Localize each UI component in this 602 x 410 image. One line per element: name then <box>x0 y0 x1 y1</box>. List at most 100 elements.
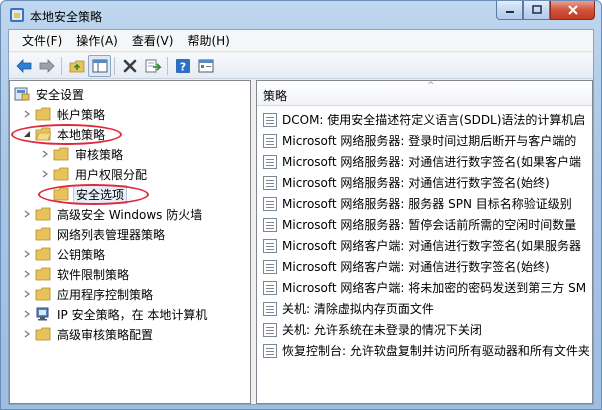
list-item[interactable]: DCOM: 使用安全描述符定义语言(SDDL)语法的计算机启 <box>257 109 592 130</box>
folder-icon <box>53 147 69 161</box>
tree-item-label: 应用程序控制策略 <box>57 287 154 302</box>
folder-icon <box>35 207 51 221</box>
expand-arrow-icon[interactable] <box>22 104 32 124</box>
list-item[interactable]: 关机: 允许系统在未登录的情况下关闭 <box>257 319 592 340</box>
list-item[interactable]: Microsoft 网络服务器: 对通信进行数字签名(如果客户端 <box>257 151 592 172</box>
menu-bar: 文件(F) 操作(A) 查看(V) 帮助(H) <box>9 30 593 52</box>
policy-icon <box>263 196 277 211</box>
toolbar-separator <box>167 56 168 75</box>
menu-help[interactable]: 帮助(H) <box>180 30 236 52</box>
tree-item-app-control[interactable]: 应用程序控制策略 <box>22 284 155 304</box>
back-arrow-icon <box>15 58 31 73</box>
folder-icon <box>35 107 51 121</box>
tree-item-label: 用户权限分配 <box>75 167 148 182</box>
close-icon <box>567 5 578 15</box>
policy-name: Microsoft 网络客户端: 将未加密的密码发送到第三方 SM <box>282 281 587 295</box>
policy-icon <box>263 301 277 316</box>
tree-item-public-key[interactable]: 公钥策略 <box>22 244 107 264</box>
forward-button[interactable] <box>35 55 58 77</box>
tree-pane[interactable]: 安全设置 帐户策略 本地策略 审核策略 用户权限分配 安全选项 高级安全 Win… <box>9 80 251 404</box>
client-area: 文件(F) 操作(A) 查看(V) 帮助(H) ? 安全设置 帐户策略 本地策略… <box>8 29 594 405</box>
menu-action[interactable]: 操作(A) <box>69 30 125 52</box>
tree-item-label: 网络列表管理器策略 <box>57 227 166 242</box>
tree-item-audit-policy[interactable]: 审核策略 <box>40 144 125 164</box>
tree-item-network-list[interactable]: 网络列表管理器策略 <box>22 224 167 244</box>
tree-item-user-rights[interactable]: 用户权限分配 <box>40 164 149 184</box>
annotation-highlight-security-options <box>38 184 149 205</box>
tree-root[interactable]: 安全设置 <box>14 84 86 104</box>
tree-item-label: 高级审核策略配置 <box>57 327 154 342</box>
expand-arrow-icon[interactable] <box>22 264 32 284</box>
list-item[interactable]: Microsoft 网络客户端: 对通信进行数字签名(始终) <box>257 256 592 277</box>
policy-name: DCOM: 使用安全描述符定义语言(SDDL)语法的计算机启 <box>282 113 586 127</box>
minimize-icon <box>505 11 514 13</box>
up-level-button[interactable] <box>65 55 88 77</box>
list-item[interactable]: Microsoft 网络客户端: 将未加密的密码发送到第三方 SM <box>257 277 592 298</box>
toolbar-separator <box>114 56 115 75</box>
menu-view[interactable]: 查看(V) <box>125 30 181 52</box>
expand-arrow-icon[interactable] <box>22 204 32 224</box>
properties-button[interactable] <box>194 55 217 77</box>
ip-security-icon <box>36 307 49 321</box>
tree-item-label: IP 安全策略，在 本地计算机 <box>57 307 208 322</box>
list-item[interactable]: Microsoft 网络服务器: 登录时间过期后断开与客户端的 <box>257 130 592 151</box>
toolbar: ? <box>9 53 593 79</box>
policy-icon <box>263 343 277 358</box>
policy-name: Microsoft 网络服务器: 对通信进行数字签名(始终) <box>282 176 550 190</box>
tree-item-advanced-audit[interactable]: 高级审核策略配置 <box>22 324 155 344</box>
folder-icon <box>35 227 51 241</box>
folder-icon <box>35 287 51 301</box>
menu-file[interactable]: 文件(F) <box>15 30 69 52</box>
tree-item-account-policies[interactable]: 帐户策略 <box>22 104 107 124</box>
delete-button[interactable] <box>118 55 141 77</box>
tree-item-label: 软件限制策略 <box>57 267 130 282</box>
maximize-button[interactable] <box>523 1 550 20</box>
list-item[interactable]: Microsoft 网络服务器: 暂停会话前所需的空闲时间数量 <box>257 214 592 235</box>
tree-item-ip-security[interactable]: IP 安全策略，在 本地计算机 <box>22 304 209 324</box>
folder-icon <box>35 267 51 281</box>
title-bar[interactable]: 本地安全策略 <box>1 1 601 29</box>
show-hide-tree-icon <box>92 59 107 72</box>
delete-icon <box>123 59 136 72</box>
policy-name: Microsoft 网络服务器: 登录时间过期后断开与客户端的 <box>282 134 577 148</box>
expand-arrow-icon[interactable] <box>22 284 32 304</box>
minimize-button[interactable] <box>496 1 523 20</box>
tree-item-software-restriction[interactable]: 软件限制策略 <box>22 264 131 284</box>
policy-name: 恢复控制台: 允许软盘复制并访问所有驱动器和所有文件夹 <box>282 344 590 358</box>
policy-name: Microsoft 网络服务器: 暂停会话前所需的空闲时间数量 <box>282 218 577 232</box>
expand-arrow-icon[interactable] <box>40 144 50 164</box>
folder-icon <box>35 247 51 261</box>
show-hide-tree-button[interactable] <box>88 54 111 77</box>
export-list-button[interactable] <box>141 55 164 77</box>
list-item[interactable]: Microsoft 网络客户端: 对通信进行数字签名(如果服务器 <box>257 235 592 256</box>
security-policy-app-icon <box>10 8 24 22</box>
help-button[interactable]: ? <box>171 55 194 77</box>
policy-name: 关机: 允许系统在未登录的情况下关闭 <box>282 323 482 337</box>
folder-icon <box>35 327 51 341</box>
window-title: 本地安全策略 <box>30 10 103 24</box>
close-button[interactable] <box>550 1 595 20</box>
tree-item-label: 帐户策略 <box>57 107 106 122</box>
tree-item-label: 审核策略 <box>75 147 124 162</box>
list-item[interactable]: Microsoft 网络服务器: 对通信进行数字签名(始终) <box>257 172 592 193</box>
list-item[interactable]: 关机: 清除虚拟内存页面文件 <box>257 298 592 319</box>
expand-arrow-icon[interactable] <box>22 304 32 324</box>
policy-icon <box>263 259 277 274</box>
column-header-label: 策略 <box>263 89 288 103</box>
policy-list-pane[interactable]: ^ 策略 DCOM: 使用安全描述符定义语言(SDDL)语法的计算机启 Micr… <box>256 80 593 404</box>
column-header-policy[interactable]: ^ 策略 <box>257 81 592 106</box>
folder-icon <box>53 167 69 181</box>
back-button[interactable] <box>12 55 35 77</box>
annotation-highlight-local-policies <box>11 124 122 145</box>
expand-arrow-icon[interactable] <box>22 244 32 264</box>
policy-icon <box>263 175 277 190</box>
list-item[interactable]: 恢复控制台: 允许软盘复制并访问所有驱动器和所有文件夹 <box>257 340 592 361</box>
list-item[interactable]: Microsoft 网络服务器: 服务器 SPN 目标名称验证级别 <box>257 193 592 214</box>
expand-arrow-icon[interactable] <box>40 164 50 184</box>
tree-item-firewall[interactable]: 高级安全 Windows 防火墙 <box>22 204 204 224</box>
policy-icon <box>263 154 277 169</box>
panes: 安全设置 帐户策略 本地策略 审核策略 用户权限分配 安全选项 高级安全 Win… <box>9 80 593 404</box>
policy-icon <box>263 133 277 148</box>
expand-arrow-icon[interactable] <box>22 324 32 344</box>
